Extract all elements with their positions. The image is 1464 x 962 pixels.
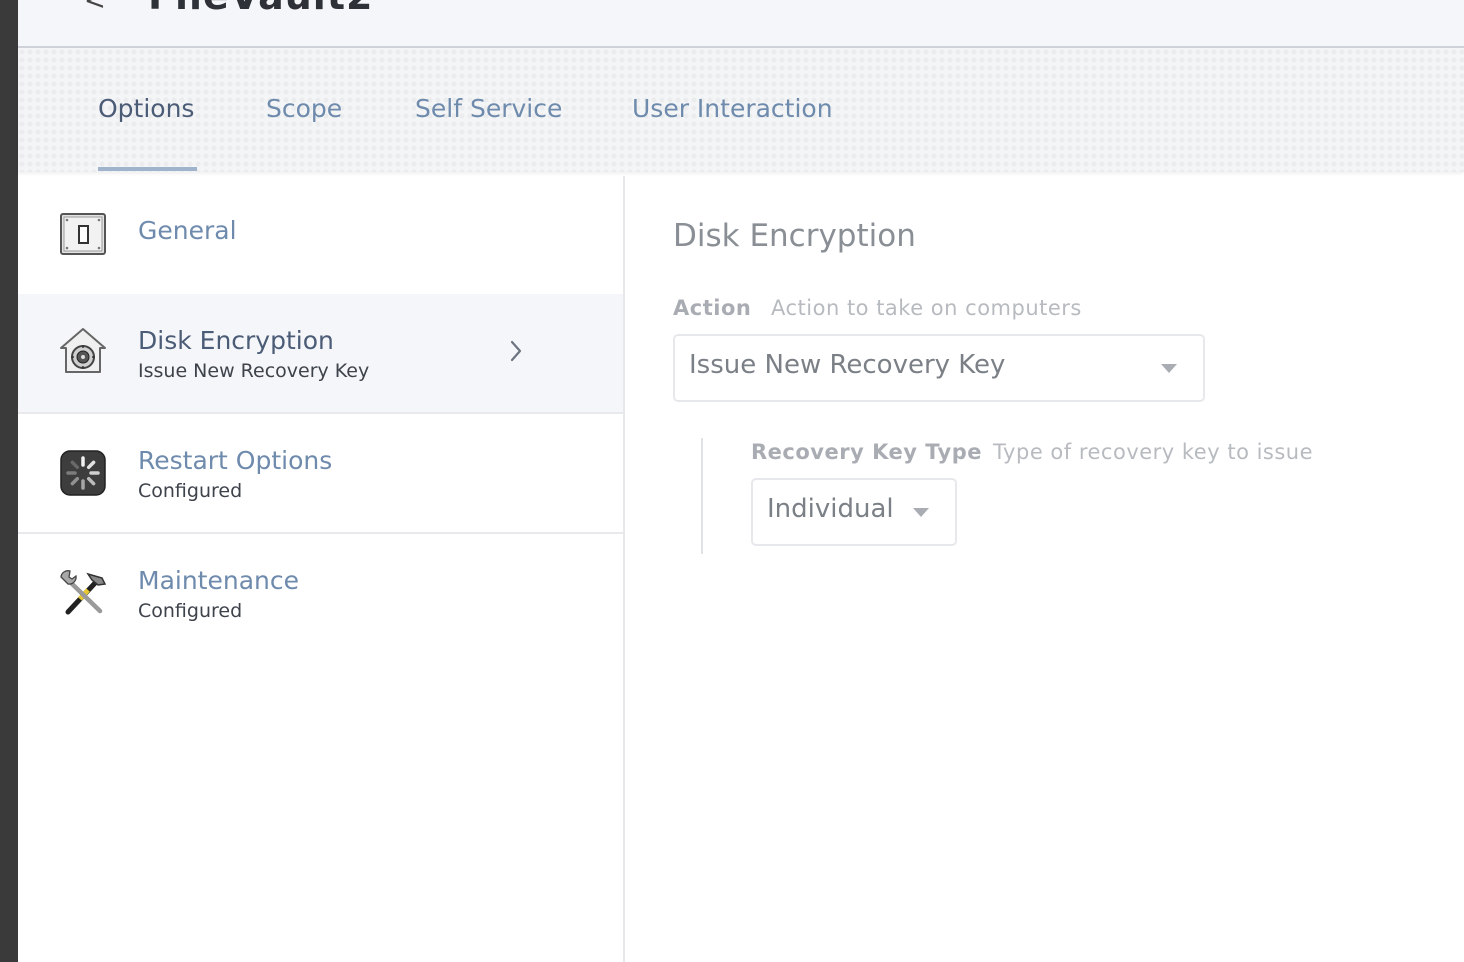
sidebar-item-title: Maintenance [138, 566, 299, 595]
general-switch-icon [60, 213, 106, 255]
page-title: FileVault2 [148, 0, 373, 18]
sidebar-item-disk-encryption[interactable]: Disk Encryption Issue New Recovery Key [18, 294, 623, 414]
recovery-key-type-select-value: Individual [767, 494, 894, 524]
active-tab-indicator [98, 167, 197, 171]
tab-scope[interactable]: Scope [266, 94, 342, 123]
action-help-text: Action to take on computers [771, 296, 1082, 320]
action-select[interactable]: Issue New Recovery Key [673, 334, 1205, 402]
tab-options[interactable]: Options [98, 94, 194, 123]
section-title: Disk Encryption [673, 218, 916, 254]
payload-detail-panel: Disk Encryption Action Action to take on… [625, 176, 1464, 962]
hammer-wrench-icon [60, 570, 107, 615]
action-label: Action [673, 296, 752, 320]
payload-sidebar: General Disk Encryption Issue New Recove… [18, 176, 625, 962]
page-header: < FileVault2 [18, 0, 1464, 48]
recovery-key-type-label: Recovery Key Type [751, 440, 983, 464]
back-arrow-icon[interactable]: < [84, 0, 106, 16]
nested-field-rule [701, 438, 703, 554]
sidebar-item-subtitle: Issue New Recovery Key [138, 360, 370, 382]
tab-user-interaction[interactable]: User Interaction [632, 94, 833, 123]
sidebar-item-title: Restart Options [138, 446, 333, 475]
tab-self-service[interactable]: Self Service [415, 94, 562, 123]
restart-spinner-icon [60, 450, 106, 496]
sidebar-item-general[interactable]: General [18, 176, 623, 296]
action-select-value: Issue New Recovery Key [689, 350, 1006, 380]
recovery-key-type-select[interactable]: Individual [751, 478, 957, 546]
tab-bar: Options Scope Self Service User Interact… [18, 48, 1464, 172]
window-edge-strip [0, 0, 18, 962]
recovery-key-type-help-text: Type of recovery key to issue [993, 440, 1314, 464]
sidebar-item-subtitle: Configured [138, 480, 243, 502]
chevron-right-icon [510, 340, 522, 362]
sidebar-item-title: General [138, 216, 237, 245]
sidebar-item-maintenance[interactable]: Maintenance Configured [18, 534, 623, 652]
sidebar-item-title: Disk Encryption [138, 326, 334, 355]
filevault-lock-icon [60, 328, 106, 373]
sidebar-item-subtitle: Configured [138, 600, 243, 622]
sidebar-item-restart-options[interactable]: Restart Options Configured [18, 414, 623, 534]
dropdown-caret-icon [1161, 364, 1177, 373]
dropdown-caret-icon [913, 508, 929, 517]
